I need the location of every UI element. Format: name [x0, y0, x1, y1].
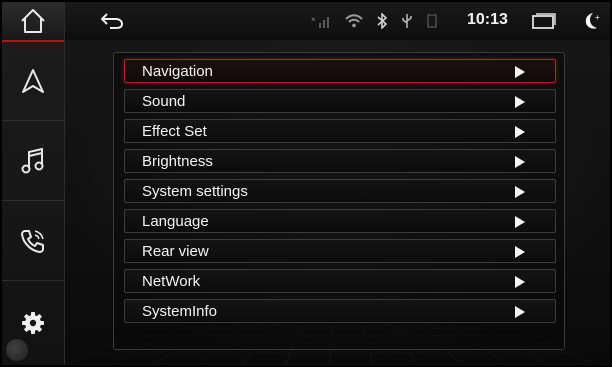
home-icon: [21, 9, 45, 33]
chevron-right-icon: [515, 306, 525, 318]
navigation-dock-button[interactable]: [2, 42, 64, 121]
settings-menu: Navigation Sound Effect Set Brightness S…: [113, 52, 565, 350]
status-clock: 10:13: [467, 11, 508, 28]
recent-apps-button[interactable]: [531, 12, 557, 35]
menu-item-label: Language: [142, 213, 209, 230]
bluetooth-icon: [376, 13, 388, 29]
menu-item-systeminfo[interactable]: SystemInfo: [124, 299, 556, 323]
menu-item-label: Sound: [142, 93, 186, 110]
left-dock: [2, 2, 65, 365]
svg-text:×: ×: [311, 15, 316, 24]
chevron-right-icon: [515, 246, 525, 258]
usb-icon: [401, 13, 413, 29]
menu-item-rear-view[interactable]: Rear view: [124, 239, 556, 263]
wifi-icon: [345, 13, 363, 29]
moon-icon: +: [585, 13, 600, 29]
navigation-icon: [22, 69, 44, 93]
menu-item-brightness[interactable]: Brightness: [124, 149, 556, 173]
settings-content: Navigation Sound Effect Set Brightness S…: [65, 40, 610, 365]
recent-apps-icon: [532, 13, 556, 29]
chevron-right-icon: [515, 276, 525, 288]
menu-item-navigation[interactable]: Navigation: [124, 59, 556, 83]
music-dock-button[interactable]: [2, 122, 64, 201]
night-mode-button[interactable]: +: [581, 11, 603, 36]
settings-icon: [22, 312, 44, 334]
phone-dock-button[interactable]: [2, 202, 64, 281]
chevron-right-icon: [515, 96, 525, 108]
menu-item-label: NetWork: [142, 273, 201, 290]
menu-item-label: Rear view: [142, 243, 209, 260]
chevron-right-icon: [515, 156, 525, 168]
svg-text:+: +: [595, 13, 600, 22]
menu-item-label: System settings: [142, 183, 248, 200]
menu-item-network[interactable]: NetWork: [124, 269, 556, 293]
status-bar: × 10:13 +: [65, 2, 610, 40]
music-icon: [21, 147, 44, 174]
sd-card-icon: [427, 13, 437, 29]
chevron-right-icon: [515, 126, 525, 138]
back-icon: [101, 13, 124, 29]
chevron-right-icon: [515, 186, 525, 198]
back-button[interactable]: [99, 10, 125, 32]
menu-item-sound[interactable]: Sound: [124, 89, 556, 113]
menu-item-label: Navigation: [142, 63, 213, 80]
menu-item-language[interactable]: Language: [124, 209, 556, 233]
no-signal-icon: ×: [311, 13, 333, 29]
floating-assist-button[interactable]: [6, 339, 28, 361]
menu-item-system-settings[interactable]: System settings: [124, 179, 556, 203]
chevron-right-icon: [515, 66, 525, 78]
chevron-right-icon: [515, 216, 525, 228]
menu-item-effect-set[interactable]: Effect Set: [124, 119, 556, 143]
menu-item-label: SystemInfo: [142, 303, 218, 320]
phone-icon: [21, 230, 44, 253]
menu-item-label: Brightness: [142, 153, 213, 170]
home-button[interactable]: [2, 2, 64, 42]
head-unit-screen: × 10:13 + Navigation Sound Effect Set Br…: [2, 2, 610, 365]
menu-item-label: Effect Set: [142, 123, 207, 140]
